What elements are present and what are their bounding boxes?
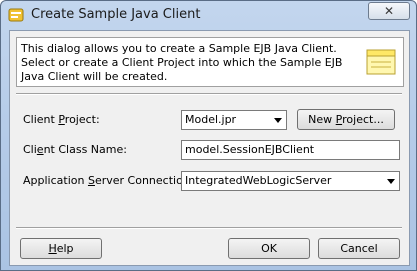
client-project-value: Model.jpr xyxy=(185,113,237,126)
dialog-body: This dialog allows you to create a Sampl… xyxy=(9,30,410,266)
chevron-down-icon xyxy=(274,118,282,123)
window-title: Create Sample Java Client xyxy=(31,7,201,22)
chevron-down-icon xyxy=(387,179,395,184)
dialog-banner-icon xyxy=(366,48,396,76)
app-icon xyxy=(8,7,24,23)
separator xyxy=(16,93,402,95)
cancel-button[interactable]: Cancel xyxy=(318,238,400,259)
close-button[interactable]: ✕ xyxy=(368,2,410,20)
new-project-button[interactable]: New Project... xyxy=(297,109,395,130)
client-class-name-value: model.SessionEJBClient xyxy=(185,143,315,156)
header-panel: This dialog allows you to create a Sampl… xyxy=(16,37,404,87)
separator xyxy=(16,227,402,229)
client-project-label: Client Project: xyxy=(23,113,100,126)
title-bar[interactable]: Create Sample Java Client ✕ xyxy=(1,1,416,29)
close-icon: ✕ xyxy=(383,4,395,18)
app-server-connection-select[interactable]: IntegratedWebLogicServer xyxy=(181,171,400,191)
client-class-name-input[interactable]: model.SessionEJBClient xyxy=(181,140,400,160)
ok-button[interactable]: OK xyxy=(228,238,310,259)
client-project-select[interactable]: Model.jpr xyxy=(181,110,287,130)
client-class-name-label: Client Class Name: xyxy=(23,143,127,156)
app-server-connection-label: Application Server Connection: xyxy=(23,174,194,187)
header-description: This dialog allows you to create a Sampl… xyxy=(21,42,343,83)
help-button[interactable]: Help xyxy=(20,238,102,259)
app-server-connection-value: IntegratedWebLogicServer xyxy=(185,174,332,187)
dialog-window: Create Sample Java Client ✕ This dialog … xyxy=(0,0,417,271)
